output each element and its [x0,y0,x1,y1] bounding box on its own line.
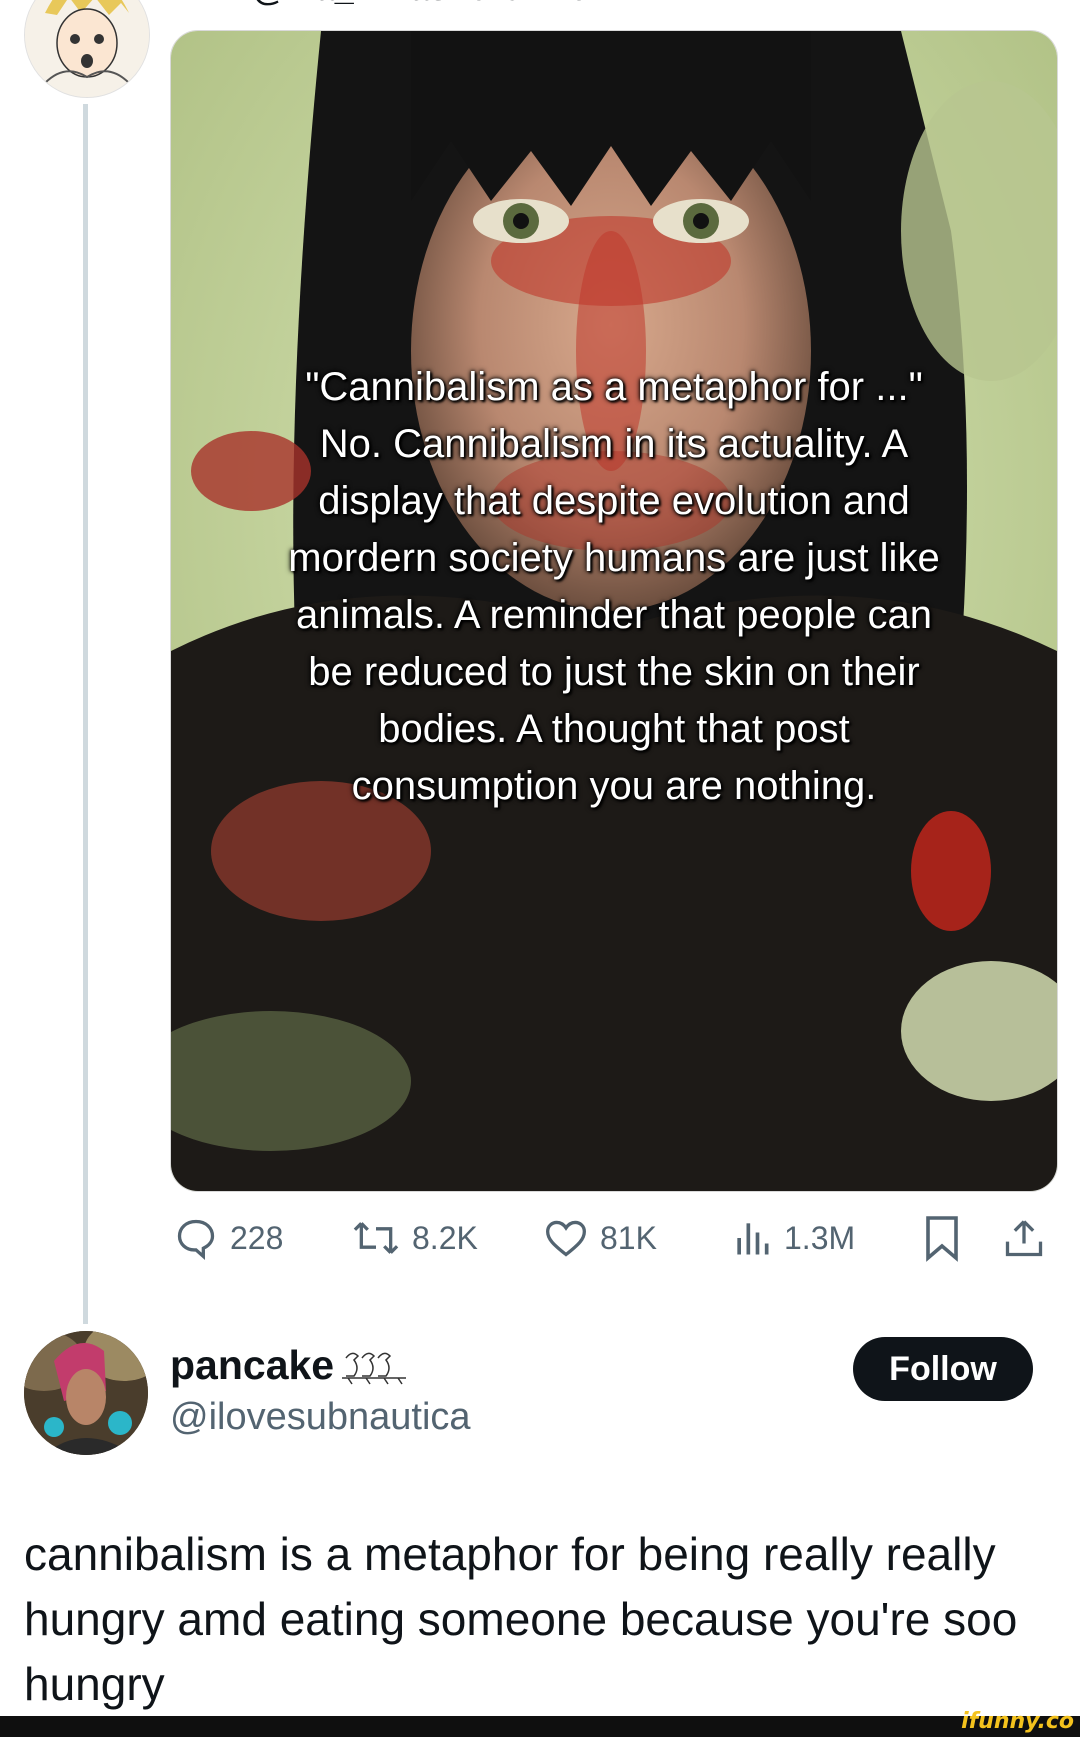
views-icon [737,1223,769,1255]
ifunny-watermark: ifunny.co [961,1709,1074,1734]
quoted-post-header: Li ... @Lia_mwashore · 1d [175,0,592,9]
reply-icon [177,1219,215,1260]
reply-text: cannibalism is a metaphor for being real… [24,1528,1018,1710]
media-caption: "Cannibalism as a metaphor for ..." No. … [288,365,940,808]
share-icon [1005,1220,1043,1257]
reply-author-avatar[interactable] [24,1331,148,1455]
reply-button[interactable]: 228 [174,1210,283,1266]
action-bar: 228 8.2K 81K 1.3M [170,1210,1056,1266]
quoted-author-avatar[interactable] [24,0,150,98]
reply-count: 228 [230,1219,284,1256]
repost-count: 8.2K [412,1219,478,1256]
like-button[interactable]: 81K [544,1210,657,1266]
display-name-text: pancake [170,1342,335,1388]
repost-icon [353,1222,399,1254]
bookmark-icon [926,1216,958,1262]
repost-button[interactable]: 8.2K [352,1210,478,1266]
follow-button[interactable]: Follow [853,1337,1033,1401]
thread-line [83,104,88,1324]
views-count: 1.3M [784,1219,856,1256]
views-button[interactable]: 1.3M [732,1210,855,1266]
bird-group-icon [342,1352,407,1384]
bookmark-button[interactable] [922,1210,962,1266]
share-button[interactable] [1002,1210,1046,1266]
quoted-post-media[interactable]: "Cannibalism as a metaphor for ..." No. … [170,30,1058,1192]
footer-bar [0,1716,1080,1737]
like-count: 81K [600,1219,657,1256]
reply-handle[interactable]: @ilovesubnautica [170,1396,471,1439]
like-icon [546,1220,586,1257]
reply-display-name[interactable]: pancake [170,1342,410,1389]
